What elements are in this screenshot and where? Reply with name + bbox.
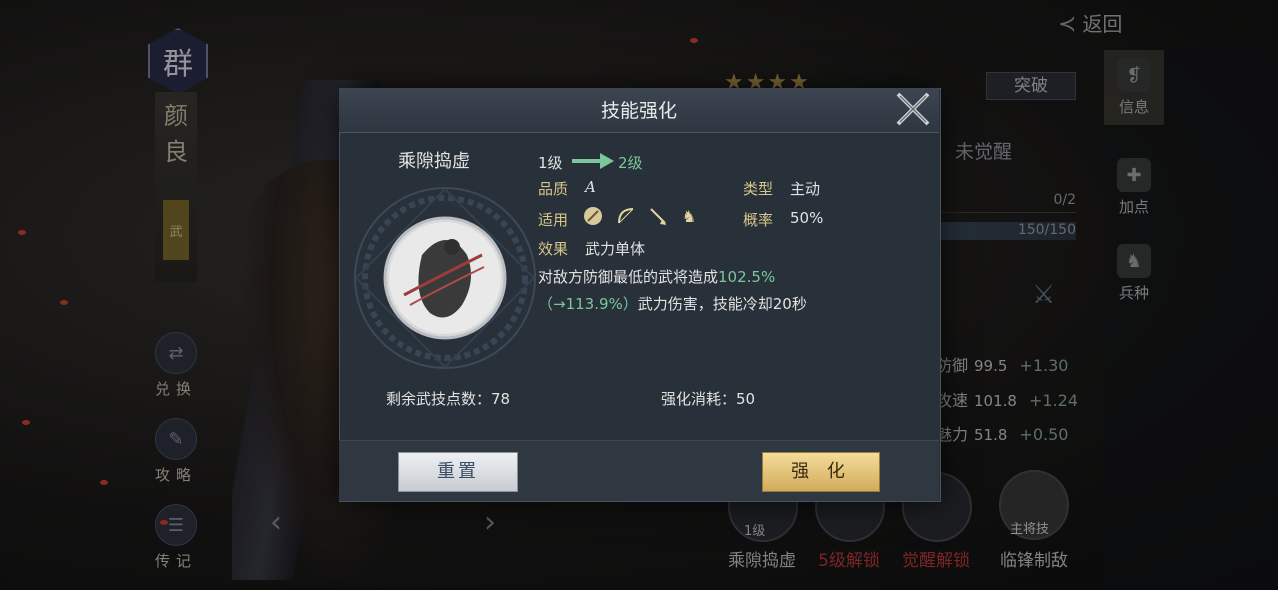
close-icon xyxy=(896,92,930,126)
skill-icon xyxy=(352,185,538,371)
effect-value: 武力单体 xyxy=(585,240,646,258)
petal-decoration xyxy=(690,38,698,43)
skill-name: 乘隙捣虚 xyxy=(398,151,470,172)
close-button[interactable] xyxy=(890,86,936,132)
apply-icons: ♞ xyxy=(584,206,698,226)
reset-button[interactable]: 重置 xyxy=(398,452,518,492)
enhance-button[interactable]: 强 化 xyxy=(762,452,880,492)
petal-decoration xyxy=(22,420,30,425)
desc-text: 武力伤害，技能冷却20秒 xyxy=(637,295,807,313)
level-arrow-icon xyxy=(572,152,614,174)
horse-icon: ♞ xyxy=(681,206,697,226)
current-level: 1级 xyxy=(538,154,563,172)
type-value: 主动 xyxy=(790,180,821,198)
remaining-points: 剩余武技点数：78 xyxy=(386,388,510,409)
desc-next-pct: （→113.9%） xyxy=(538,295,638,313)
cost-label: 强化消耗： xyxy=(661,390,737,408)
remaining-value: 78 xyxy=(491,390,511,408)
bow-icon xyxy=(616,207,634,225)
effect-label: 效果 xyxy=(538,240,569,258)
petal-decoration xyxy=(60,300,68,305)
dialog-title: 技能强化 xyxy=(600,100,677,122)
desc-text: 对敌方防御最低的武将造成 xyxy=(538,268,719,286)
quality-label: 品质 xyxy=(538,180,569,198)
chance-value: 50% xyxy=(790,209,824,227)
cost-value: 50 xyxy=(736,390,756,408)
quality-value: A xyxy=(585,178,596,196)
type-label: 类型 xyxy=(743,180,774,198)
petal-decoration xyxy=(18,230,26,235)
spear-icon xyxy=(648,207,666,225)
enhance-cost: 强化消耗：50 xyxy=(661,388,755,409)
shield-icon xyxy=(584,207,602,225)
petal-decoration xyxy=(160,520,168,525)
chance-label: 概率 xyxy=(743,211,774,229)
apply-label: 适用 xyxy=(538,211,569,229)
remaining-label: 剩余武技点数： xyxy=(386,390,492,408)
skill-description: 对敌方防御最低的武将造成102.5% （→113.9%）武力伤害，技能冷却20秒 xyxy=(538,264,898,318)
petal-decoration xyxy=(100,480,108,485)
desc-damage-pct: 102.5% xyxy=(718,268,776,286)
next-level: 2级 xyxy=(618,154,643,172)
